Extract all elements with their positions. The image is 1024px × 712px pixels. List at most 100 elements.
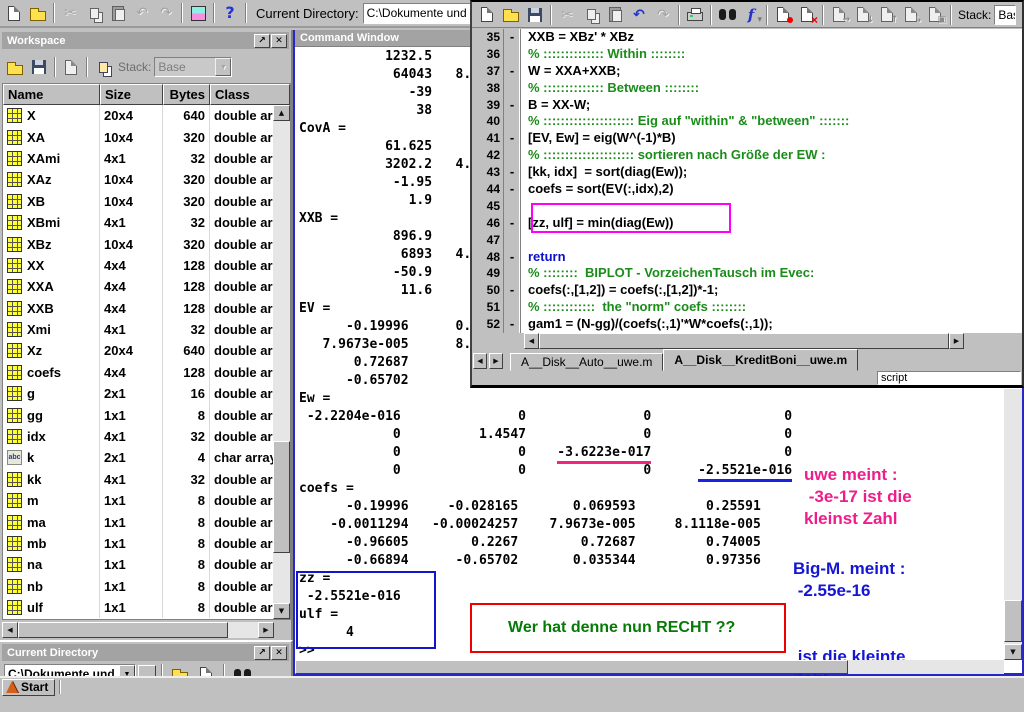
scroll-right-icon[interactable]: ▶ xyxy=(258,622,274,638)
horizontal-scrollbar[interactable] xyxy=(295,660,1004,674)
paste-button[interactable] xyxy=(106,2,130,24)
undo-button[interactable]: ↶ xyxy=(130,2,154,24)
table-row[interactable]: m1x18double array xyxy=(3,490,273,511)
scroll-thumb[interactable] xyxy=(539,333,949,349)
tab-scroll-right-icon[interactable]: ▶ xyxy=(489,353,503,369)
table-row[interactable]: XXB4x4128double array xyxy=(3,298,273,319)
table-row[interactable]: XAz10x4320double array xyxy=(3,169,273,190)
paste-button[interactable] xyxy=(603,4,627,26)
step-button[interactable]: → xyxy=(827,4,851,26)
matrix-icon xyxy=(7,279,22,294)
new-file-button[interactable] xyxy=(2,2,26,24)
go-button[interactable] xyxy=(138,665,156,676)
path-combo[interactable]: C:\Dokumente und ▼ xyxy=(4,664,136,676)
copy-button[interactable] xyxy=(579,4,603,26)
code-editor[interactable]: XXB = XBz' * XBz% :::::::::::::: Within … xyxy=(521,29,1022,333)
table-row[interactable]: kk4x132double array xyxy=(3,469,273,490)
table-row[interactable]: idx4x132double array xyxy=(3,426,273,447)
save-workspace-button[interactable] xyxy=(27,56,51,78)
find-files-button[interactable] xyxy=(230,663,254,676)
undock-button[interactable]: ↗ xyxy=(254,646,270,660)
matrix-icon xyxy=(7,408,22,423)
new-folder-button[interactable] xyxy=(194,663,218,676)
edit-variable-button[interactable] xyxy=(59,56,83,78)
table-row[interactable]: coefs4x4128double array xyxy=(3,362,273,383)
copy-button[interactable] xyxy=(82,2,106,24)
quit-debug-button[interactable]: ▣ xyxy=(923,4,947,26)
table-row[interactable]: nb1x18double array xyxy=(3,576,273,597)
clear-breakpoints-button[interactable] xyxy=(795,4,819,26)
table-row[interactable]: Xz20x4640double array xyxy=(3,340,273,361)
horizontal-scrollbar[interactable]: ◀ ▶ xyxy=(2,622,274,638)
vertical-scrollbar[interactable]: ▼ xyxy=(1004,389,1022,660)
open-variable-button[interactable] xyxy=(3,56,27,78)
table-row[interactable]: mb1x18double array xyxy=(3,533,273,554)
continue-button[interactable]: ↳ xyxy=(899,4,923,26)
scroll-right-icon[interactable]: ▶ xyxy=(949,333,964,349)
scroll-thumb[interactable] xyxy=(273,441,290,553)
column-header-name[interactable]: Name xyxy=(3,84,100,105)
stack-combo[interactable]: Base xyxy=(994,5,1016,25)
help-button[interactable]: ? xyxy=(218,2,242,24)
stack-combo[interactable]: Base ▼ xyxy=(154,57,232,77)
editor-code-area[interactable]: 353637383940414243444546474849505152 ---… xyxy=(472,29,1022,333)
new-file-icon xyxy=(481,7,493,22)
open-file-button[interactable] xyxy=(499,4,523,26)
cut-button[interactable]: ✂ xyxy=(58,2,82,24)
tab-disk-kreditboni[interactable]: A__Disk__KreditBoni__uwe.m xyxy=(663,349,858,371)
table-row[interactable]: XAmi4x132double array xyxy=(3,148,273,169)
vertical-scrollbar[interactable]: ▲ ▼ xyxy=(273,105,290,619)
close-button[interactable]: ✕ xyxy=(271,646,287,660)
horizontal-scrollbar[interactable]: ◀ ▶ xyxy=(524,333,964,349)
column-header-class[interactable]: Class xyxy=(210,84,290,105)
table-row[interactable]: XB10x4320double array xyxy=(3,191,273,212)
step-in-button[interactable]: ↓ xyxy=(851,4,875,26)
table-row[interactable]: XX4x4128double array xyxy=(3,255,273,276)
scroll-thumb[interactable] xyxy=(1004,600,1022,642)
table-row[interactable]: abck2x14char array xyxy=(3,447,273,468)
scroll-left-icon[interactable]: ◀ xyxy=(524,333,539,349)
table-row[interactable]: X20x4640double array xyxy=(3,105,273,126)
start-button[interactable]: Start xyxy=(2,679,55,696)
function-browser-button[interactable]: f▾ xyxy=(739,4,763,26)
tab-disk-auto[interactable]: A__Disk__Auto__uwe.m xyxy=(510,353,663,371)
table-row[interactable]: XA10x4320double array xyxy=(3,126,273,147)
scroll-up-icon[interactable]: ▲ xyxy=(273,105,290,121)
table-row[interactable]: g2x116double array xyxy=(3,383,273,404)
undock-button[interactable]: ↗ xyxy=(254,34,270,48)
scroll-down-icon[interactable]: ▼ xyxy=(1004,644,1022,660)
redo-button[interactable]: ↷ xyxy=(651,4,675,26)
set-breakpoint-button[interactable] xyxy=(771,4,795,26)
step-out-button[interactable]: ↑ xyxy=(875,4,899,26)
scroll-down-icon[interactable]: ▼ xyxy=(273,603,290,619)
up-one-level-button[interactable] xyxy=(168,663,192,676)
delete-variable-button[interactable] xyxy=(91,56,115,78)
open-file-button[interactable] xyxy=(26,2,50,24)
close-button[interactable]: ✕ xyxy=(271,34,287,48)
table-row[interactable]: gg1x18double array xyxy=(3,404,273,425)
table-row[interactable]: XBmi4x132double array xyxy=(3,212,273,233)
scroll-left-icon[interactable]: ◀ xyxy=(2,622,18,638)
table-row[interactable]: XXA4x4128double array xyxy=(3,276,273,297)
scroll-thumb[interactable] xyxy=(18,622,228,638)
new-file-button[interactable] xyxy=(475,4,499,26)
undo-button[interactable]: ↶ xyxy=(627,4,651,26)
table-row[interactable]: ma1x18double array xyxy=(3,511,273,532)
print-button[interactable] xyxy=(683,4,707,26)
column-header-size[interactable]: Size xyxy=(100,84,163,105)
cut-button[interactable]: ✂ xyxy=(555,4,579,26)
column-header-bytes[interactable]: Bytes xyxy=(163,84,210,105)
save-button[interactable] xyxy=(523,4,547,26)
redo-button[interactable]: ↷ xyxy=(154,2,178,24)
current-directory-combo[interactable]: C:\Dokumente und Einst xyxy=(363,3,471,24)
table-row[interactable]: na1x18double array xyxy=(3,554,273,575)
tab-scroll-left-icon[interactable]: ◀ xyxy=(473,353,487,369)
table-row[interactable]: ulf1x18double array xyxy=(3,597,273,618)
current-directory-titlebar: Current Directory ↗ ✕ xyxy=(2,644,289,661)
breakpoint-gutter[interactable]: ---------- xyxy=(504,29,521,333)
simulink-button[interactable] xyxy=(186,2,210,24)
scroll-thumb[interactable] xyxy=(295,660,848,674)
find-button[interactable] xyxy=(715,4,739,26)
table-row[interactable]: Xmi4x132double array xyxy=(3,319,273,340)
table-row[interactable]: XBz10x4320double array xyxy=(3,233,273,254)
